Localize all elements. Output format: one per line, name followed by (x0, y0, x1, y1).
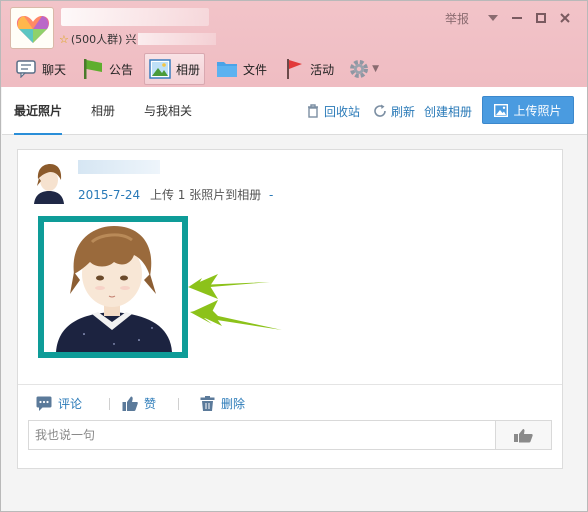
like-button[interactable]: 赞 (122, 393, 156, 413)
chevron-down-icon: ▼ (372, 64, 379, 74)
tab-announcement-label: 公告 (109, 62, 134, 77)
tab-events-label: 活动 (310, 62, 335, 77)
folder-icon (216, 58, 238, 80)
tab-announcement[interactable]: 公告 (77, 53, 138, 85)
trash-icon (200, 395, 215, 411)
thumbs-up-icon (122, 396, 138, 411)
avatar[interactable] (30, 162, 68, 204)
refresh-link[interactable]: 刷新 (373, 101, 415, 121)
maximize-button[interactable] (529, 10, 553, 26)
photo-post-card: 2015-7-24 上传 1 张照片到相册 - 评论 赞 删除 我也说一句 (17, 149, 563, 469)
tab-album-label: 相册 (176, 62, 201, 77)
tab-chat-label: 聊天 (42, 62, 67, 77)
album-toolbar: 最近照片 相册 与我相关 回收站 刷新 创建相册 上传照片 (2, 87, 587, 135)
announcement-flag-icon (82, 58, 104, 80)
post-date[interactable]: 2015-7-24 (78, 188, 140, 202)
refresh-icon (373, 104, 387, 118)
tab-related-to-me[interactable]: 与我相关 (144, 87, 192, 135)
create-album-link[interactable]: 创建相册 (424, 101, 472, 121)
chevron-down-icon (488, 15, 498, 21)
group-name-redacted (61, 8, 209, 26)
comment-label: 评论 (58, 396, 83, 411)
comment-button[interactable]: 评论 (36, 393, 82, 413)
close-icon (560, 13, 570, 23)
recycle-bin-link[interactable]: 回收站 (306, 101, 360, 121)
group-avatar[interactable] (10, 7, 54, 49)
member-count: (500人群) (70, 33, 123, 46)
gear-icon (348, 58, 370, 80)
tab-albums[interactable]: 相册 (91, 87, 115, 135)
recycle-bin-label: 回收站 (324, 104, 361, 119)
chat-icon (15, 58, 37, 80)
window-controls: 举报 (445, 10, 577, 26)
comment-icon (36, 396, 52, 411)
tab-album[interactable]: 相册 (144, 53, 206, 85)
tab-files-label: 文件 (243, 62, 268, 77)
minimize-icon (512, 17, 522, 19)
poster-avatar-image (30, 162, 68, 204)
action-divider (178, 398, 179, 410)
star-icon: ☆ (59, 32, 69, 46)
tab-chat[interactable]: 聊天 (10, 53, 71, 85)
group-window: ☆ (500人群) 兴 举报 聊天 公告 相册 文件 活动 ▼ 最近照片 相册 … (0, 0, 588, 512)
delete-button[interactable]: 删除 (200, 393, 245, 413)
green-arrows-icon (188, 274, 282, 330)
album-link[interactable]: - (269, 188, 273, 202)
post-meta: 2015-7-24 上传 1 张照片到相册 - (78, 186, 273, 203)
hand-pointer-icon (513, 429, 533, 443)
group-info-redacted (138, 33, 217, 45)
trash-icon (306, 104, 320, 118)
dropdown-menu-button[interactable] (481, 10, 505, 26)
group-tab-bar: 聊天 公告 相册 文件 活动 ▼ (10, 53, 382, 85)
title-bar: ☆ (500人群) 兴 举报 聊天 公告 相册 文件 活动 ▼ (1, 1, 587, 87)
anime-boy-photo (44, 222, 182, 352)
like-label: 赞 (144, 396, 157, 411)
poster-name-redacted (78, 160, 160, 174)
post-text: 上传 1 张照片到相册 (149, 188, 262, 202)
upload-photos-button[interactable]: 上传照片 (482, 96, 574, 124)
post-actions: 评论 赞 删除 (18, 384, 562, 420)
group-info-suffix: 兴 (125, 33, 137, 46)
upload-photos-label: 上传照片 (513, 103, 562, 118)
upload-image-icon (494, 103, 509, 117)
comment-box (28, 420, 552, 450)
quick-like-button[interactable] (495, 421, 551, 449)
settings-menu-button[interactable]: ▼ (345, 53, 382, 85)
group-info: ☆ (500人群) 兴 (59, 31, 217, 47)
photo-thumbnail[interactable] (38, 216, 188, 358)
report-button[interactable]: 举报 (445, 10, 469, 27)
close-button[interactable] (553, 10, 577, 26)
comment-input[interactable] (29, 421, 495, 449)
maximize-icon (536, 13, 546, 23)
tab-events[interactable]: 活动 (278, 53, 339, 85)
delete-label: 删除 (221, 396, 246, 411)
event-flag-icon (283, 58, 305, 80)
action-divider (109, 398, 110, 410)
refresh-label: 刷新 (391, 104, 416, 119)
tab-recent-photos[interactable]: 最近照片 (14, 87, 63, 135)
album-photo-icon (149, 58, 171, 80)
tab-files[interactable]: 文件 (211, 53, 272, 85)
minimize-button[interactable] (505, 10, 529, 26)
heart-logo-icon (16, 16, 50, 43)
